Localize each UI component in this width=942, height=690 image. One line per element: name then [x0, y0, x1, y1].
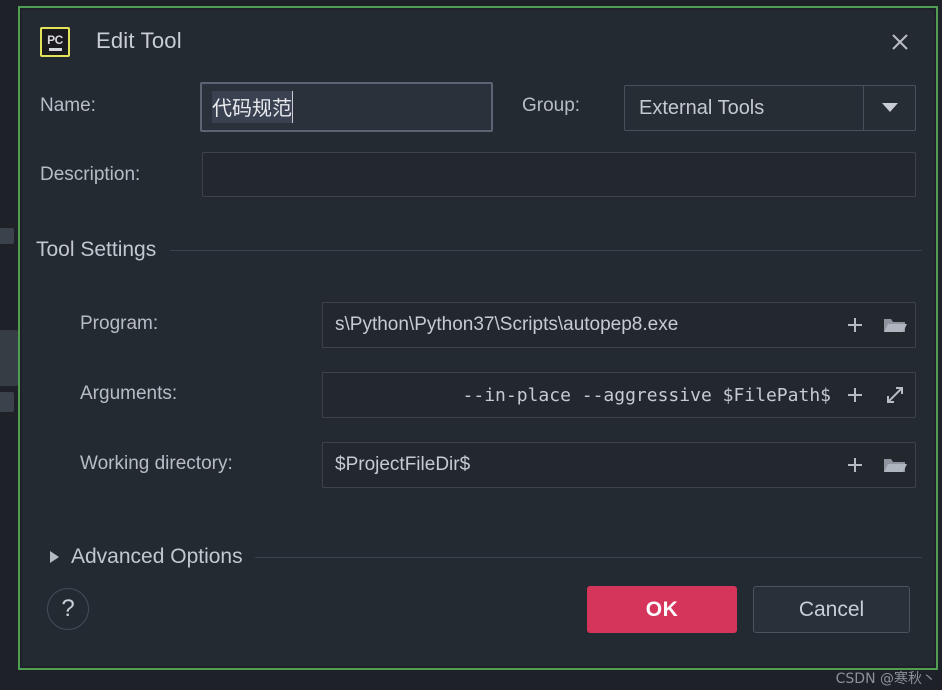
backdrop-strip: [0, 330, 18, 386]
edit-tool-dialog: PC Edit Tool Name: 代码规范 Group: External …: [22, 10, 934, 666]
pycharm-icon-label: PC: [47, 32, 63, 47]
advanced-options-label: Advanced Options: [71, 545, 243, 568]
page-title: Edit Tool: [96, 28, 182, 53]
program-row: Program: s\Python\Python37\Scripts\autop…: [22, 302, 934, 348]
name-group-row: Name: 代码规范 Group: External Tools: [22, 82, 934, 134]
plus-icon[interactable]: [835, 443, 875, 487]
backdrop-strip: [0, 392, 14, 412]
group-select[interactable]: External Tools: [624, 85, 916, 131]
arguments-input[interactable]: --in-place --aggressive $FilePath$: [322, 372, 916, 418]
description-input[interactable]: [202, 152, 916, 197]
working-directory-input-value: $ProjectFileDir$: [335, 454, 471, 475]
pycharm-icon: PC: [40, 27, 70, 57]
expand-diagonal-icon[interactable]: [875, 373, 915, 417]
arguments-row: Arguments: --in-place --aggressive $File…: [22, 372, 934, 418]
working-directory-row: Working directory: $ProjectFileDir$: [22, 442, 934, 488]
chevron-down-icon[interactable]: [863, 86, 915, 130]
backdrop-strip: [0, 228, 14, 244]
description-label: Description:: [40, 164, 141, 185]
ok-button[interactable]: OK: [587, 586, 737, 633]
close-icon[interactable]: [884, 26, 916, 58]
dialog-footer: ? OK Cancel: [22, 574, 934, 666]
program-input-value: s\Python\Python37\Scripts\autopep8.exe: [335, 314, 679, 335]
name-input-value: 代码规范: [212, 91, 293, 123]
name-label: Name:: [40, 95, 96, 116]
plus-icon[interactable]: [835, 303, 875, 347]
arguments-label: Arguments:: [80, 383, 178, 404]
program-input[interactable]: s\Python\Python37\Scripts\autopep8.exe: [322, 302, 916, 348]
name-input[interactable]: 代码规范: [200, 82, 493, 132]
program-input-value-wrap: s\Python\Python37\Scripts\autopep8.exe: [323, 314, 835, 336]
section-divider: [254, 556, 922, 558]
dialog-titlebar: PC Edit Tool: [22, 10, 934, 72]
advanced-options-toggle[interactable]: Advanced Options: [50, 542, 922, 572]
section-divider: [170, 249, 922, 251]
triangle-right-icon: [50, 551, 59, 563]
description-row: Description:: [22, 152, 934, 200]
program-label: Program:: [80, 313, 159, 334]
plus-icon[interactable]: [835, 373, 875, 417]
watermark: CSDN @寒秋丶: [835, 671, 936, 687]
tool-settings-label: Tool Settings: [36, 238, 157, 261]
help-button[interactable]: ?: [47, 588, 89, 630]
group-label: Group:: [522, 95, 581, 116]
arguments-input-value: --in-place --aggressive $FilePath$: [462, 384, 831, 406]
cancel-button[interactable]: Cancel: [753, 586, 910, 633]
tool-settings-section-header: Tool Settings: [36, 235, 922, 265]
group-select-value: External Tools: [639, 96, 765, 119]
working-directory-label: Working directory:: [80, 453, 233, 474]
folder-icon[interactable]: [875, 303, 915, 347]
working-directory-input[interactable]: $ProjectFileDir$: [322, 442, 916, 488]
pycharm-icon-bar: [48, 47, 62, 51]
folder-icon[interactable]: [875, 443, 915, 487]
